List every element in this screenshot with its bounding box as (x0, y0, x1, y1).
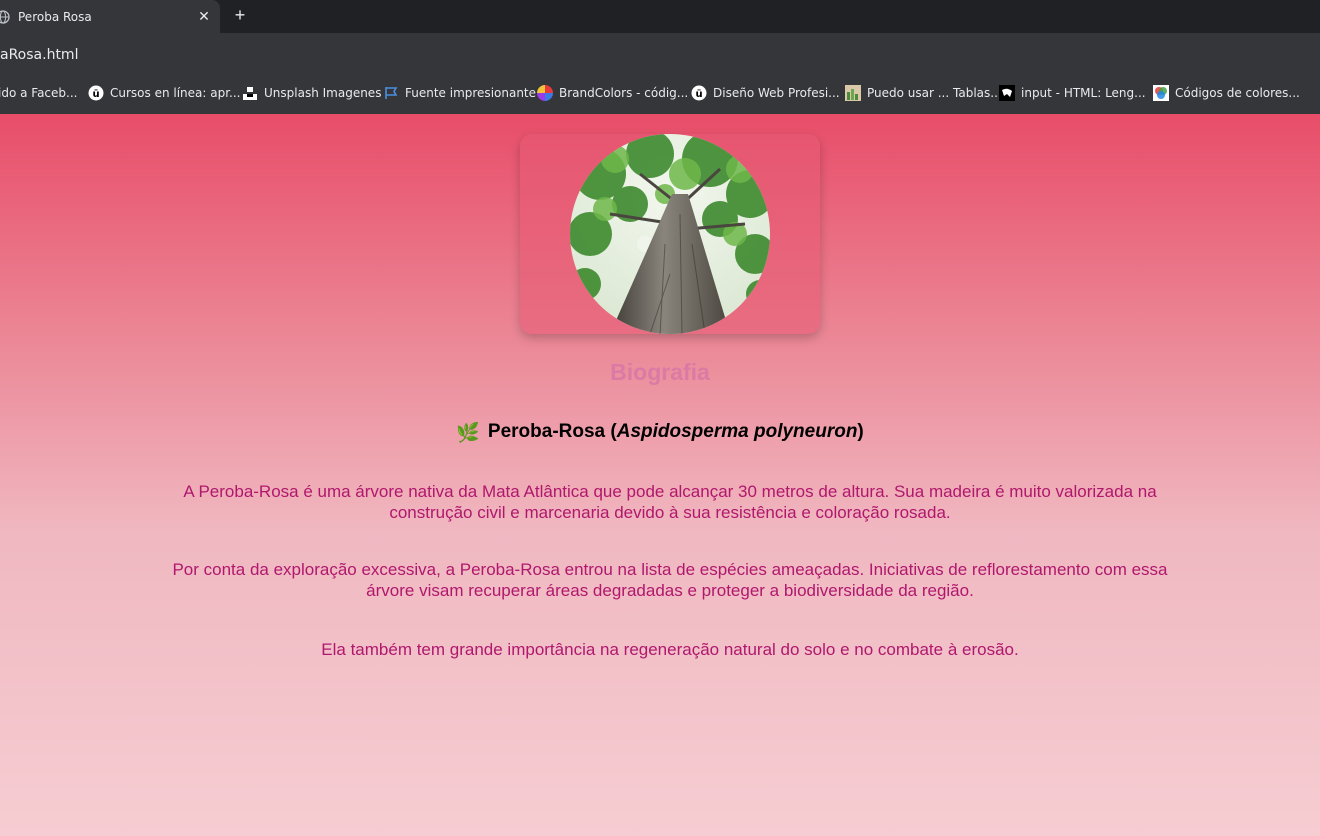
species-paren-open: ( (605, 421, 617, 442)
mdn-icon (999, 85, 1015, 101)
new-tab-button[interactable]: + (229, 4, 251, 26)
bookmark-label: Unsplash Imagenes (264, 86, 382, 100)
globe-icon (0, 9, 10, 24)
bookmark-item[interactable]: Fuente impresionante (383, 78, 536, 108)
bookmarks-bar: ido a Faceb... ū Cursos en línea: apr...… (0, 78, 1320, 114)
bookmark-label: ido a Faceb... (0, 86, 78, 100)
url-text[interactable]: aRosa.html (0, 47, 78, 63)
bookmark-label: Puedo usar ... Tablas... (867, 86, 1002, 100)
udemy-icon: ū (691, 85, 707, 101)
tree-photo (570, 134, 770, 334)
bookmark-item[interactable]: input - HTML: Leng... (999, 78, 1146, 108)
bookmark-label: BrandColors - códig... (559, 86, 689, 100)
bookmark-label: Códigos de colores... (1175, 86, 1300, 100)
bookmark-label: Cursos en línea: apr... (110, 86, 241, 100)
species-paren-close: ) (857, 421, 864, 442)
rgb-icon (1153, 85, 1169, 101)
bookmark-label: Diseño Web Profesi... (713, 86, 840, 100)
page-title: Biografia (610, 359, 710, 385)
species-scientific-name: Aspidosperma polyneuron (616, 421, 858, 442)
paragraph-2: Por conta da exploração excessiva, a Per… (172, 560, 1168, 600)
flag-icon (383, 85, 399, 101)
svg-text:ū: ū (695, 89, 702, 100)
tab-title: Peroba Rosa (18, 9, 92, 24)
close-icon[interactable]: ✕ (194, 7, 214, 27)
bookmark-label: Fuente impresionante (405, 86, 537, 100)
color-wheel-icon (537, 85, 553, 101)
caniuse-icon (845, 85, 861, 101)
bookmark-item[interactable]: ū Diseño Web Profesi... (691, 78, 840, 108)
address-bar[interactable]: aRosa.html (0, 33, 1320, 78)
bookmark-item[interactable]: BrandColors - códig... (537, 78, 688, 108)
bookmark-item[interactable]: ido a Faceb... (0, 78, 77, 108)
paragraph-3: Ela também tem grande importância na reg… (321, 640, 1019, 659)
species-common-name: Peroba-Rosa (487, 421, 606, 442)
tab-strip: Peroba Rosa ✕ + (0, 0, 1320, 33)
bookmark-item[interactable]: Unsplash Imagenes (242, 78, 381, 108)
unsplash-icon (242, 85, 258, 101)
species-title: 🌿 Peroba-Rosa (Aspidosperma polyneuron) (0, 421, 1320, 445)
bookmark-item[interactable]: Códigos de colores... (1153, 78, 1300, 108)
tab-active[interactable]: Peroba Rosa ✕ (0, 0, 220, 33)
bookmark-item[interactable]: Puedo usar ... Tablas... (845, 78, 1002, 108)
paragraph-1: A Peroba-Rosa é uma árvore nativa da Mat… (183, 482, 1157, 522)
photo-card (520, 134, 820, 334)
page-content: Biografia 🌿 Peroba-Rosa (Aspidosperma pol… (0, 114, 1320, 836)
bookmark-item[interactable]: ū Cursos en línea: apr... (88, 78, 241, 108)
bookmark-label: input - HTML: Leng... (1021, 86, 1146, 100)
herb-icon: 🌿 (456, 423, 480, 444)
svg-text:ū: ū (92, 89, 99, 100)
udemy-icon: ū (88, 85, 104, 101)
